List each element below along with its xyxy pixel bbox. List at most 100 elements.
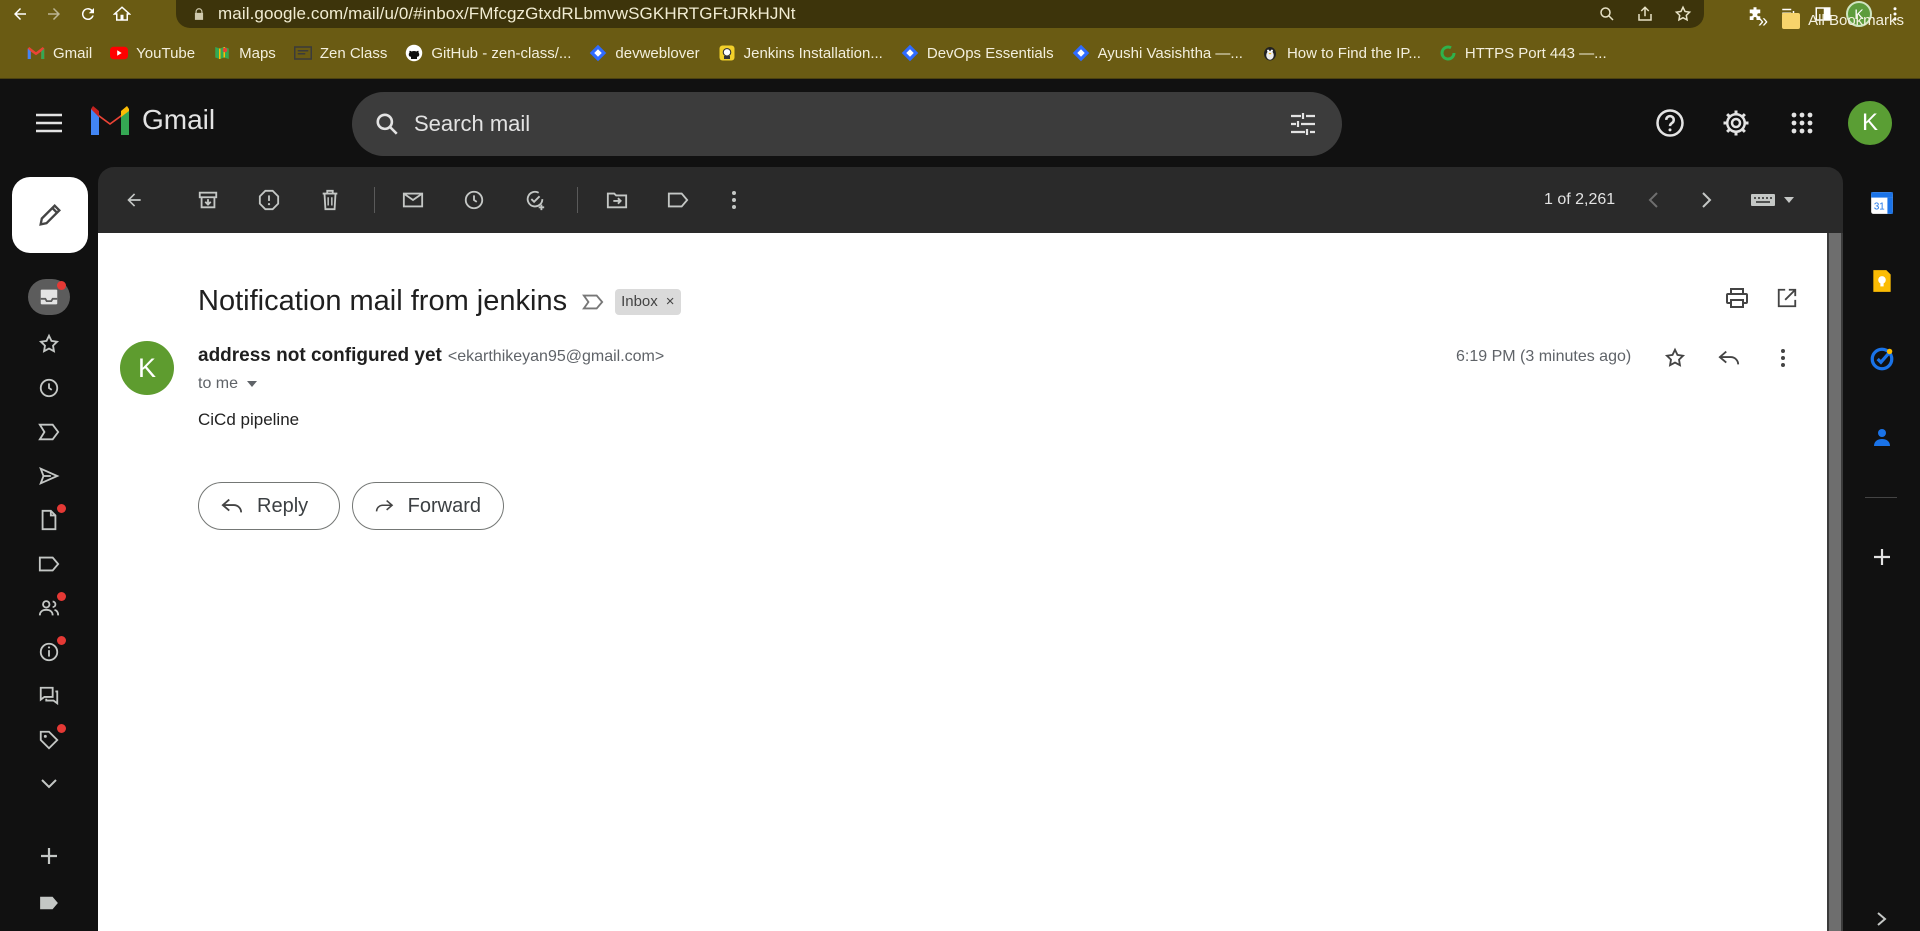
bookmark-devops-essentials[interactable]: DevOps Essentials <box>892 39 1063 67</box>
nav-forums[interactable] <box>28 678 70 714</box>
bookmark-label: Gmail <box>53 44 93 62</box>
account-avatar[interactable]: K <box>1848 101 1892 145</box>
nav-more[interactable] <box>28 766 70 802</box>
show-side-panel-button[interactable] <box>1866 907 1898 931</box>
reply-icon <box>221 498 243 513</box>
nav-sent[interactable] <box>28 458 70 494</box>
open-new-window-button[interactable] <box>1770 281 1804 315</box>
sender-name[interactable]: address not configured yet <box>198 345 442 367</box>
bookmarks-overflow-button[interactable]: » <box>1758 11 1768 32</box>
bookmark-maps[interactable]: Maps <box>204 39 285 67</box>
forward-icon <box>375 499 394 512</box>
older-button[interactable] <box>1690 183 1724 217</box>
archive-button[interactable] <box>191 183 225 217</box>
get-addons-button[interactable] <box>1866 541 1898 573</box>
bookmark-jenkins[interactable]: Jenkins Installation... <box>709 39 892 67</box>
inbox-label-chip: Inbox × <box>615 288 681 315</box>
nav-updates[interactable] <box>28 634 70 670</box>
bookmark-find-ip[interactable]: How to Find the IP... <box>1252 39 1430 67</box>
nav-custom-label[interactable] <box>28 885 70 921</box>
search-options-button[interactable] <box>1286 107 1320 141</box>
recipient-line[interactable]: to me <box>198 375 258 393</box>
nav-promotions[interactable] <box>28 722 70 758</box>
snooze-button[interactable] <box>457 183 491 217</box>
bookmark-github[interactable]: GitHub - zen-class/... <box>396 39 580 67</box>
print-all-button[interactable] <box>1720 281 1754 315</box>
reply-button[interactable]: Reply <box>198 482 340 530</box>
nav-inbox[interactable] <box>28 279 70 315</box>
delete-button[interactable] <box>313 183 347 217</box>
browser-top-bar: mail.google.com/mail/u/0/#inbox/FMfcgzGt… <box>0 0 1920 28</box>
side-panel-rail: 31 <box>1843 167 1920 931</box>
labels-button[interactable] <box>661 183 695 217</box>
nav-social[interactable] <box>28 590 70 626</box>
newer-button[interactable] <box>1636 183 1670 217</box>
gmail-logo-text: Gmail <box>142 104 216 135</box>
keep-app-button[interactable] <box>1866 265 1898 297</box>
bookmark-devweblover[interactable]: devweblover <box>580 39 708 67</box>
tasks-app-button[interactable] <box>1866 343 1898 375</box>
search-button[interactable] <box>370 107 404 141</box>
share-icon <box>1638 6 1652 21</box>
zoom-button[interactable] <box>1596 3 1618 25</box>
calendar-app-button[interactable]: 31 <box>1866 187 1898 219</box>
star-outline-icon <box>38 333 60 353</box>
contacts-icon <box>1874 429 1890 446</box>
address-bar[interactable]: mail.google.com/mail/u/0/#inbox/FMfcgzGt… <box>176 0 1704 28</box>
send-icon <box>39 466 60 486</box>
nav-drafts[interactable] <box>28 502 70 538</box>
chevron-right-icon <box>1877 912 1887 926</box>
important-icon <box>582 294 604 309</box>
url-text: mail.google.com/mail/u/0/#inbox/FMfcgzGt… <box>218 4 796 23</box>
forward-button[interactable]: Forward <box>352 482 504 530</box>
remove-label-button[interactable]: × <box>666 293 675 310</box>
mark-unread-button[interactable] <box>396 183 430 217</box>
reload-button[interactable] <box>74 0 102 28</box>
home-button[interactable] <box>108 0 136 28</box>
notification-dot <box>57 592 66 601</box>
search-input[interactable] <box>414 111 1214 137</box>
bookmark-youtube[interactable]: YouTube <box>101 39 204 67</box>
main-menu-button[interactable] <box>32 106 66 140</box>
bookmark-https-port[interactable]: HTTPS Port 443 —... <box>1430 39 1616 67</box>
add-to-tasks-button[interactable] <box>518 183 552 217</box>
nav-label[interactable] <box>28 546 70 582</box>
report-spam-button[interactable] <box>252 183 286 217</box>
bookmark-ayushi[interactable]: Ayushi Vasishtha —... <box>1063 39 1252 67</box>
notification-dot <box>57 636 66 645</box>
back-to-inbox-button[interactable] <box>117 183 151 217</box>
label-chip-text: Inbox <box>621 293 658 310</box>
message-more-button[interactable] <box>1766 341 1800 375</box>
compose-button[interactable] <box>12 177 88 253</box>
google-apps-button[interactable] <box>1782 103 1822 143</box>
gmail-logo[interactable]: Gmail <box>88 103 215 137</box>
all-bookmarks-label: All Bookmarks <box>1808 12 1904 29</box>
nav-important[interactable] <box>28 414 70 450</box>
star-message-button[interactable] <box>1658 341 1692 375</box>
green-arc-icon <box>1439 44 1457 62</box>
all-bookmarks-button[interactable]: All Bookmarks <box>1782 12 1904 29</box>
settings-button[interactable] <box>1716 103 1756 143</box>
important-marker-button[interactable] <box>581 292 605 312</box>
support-button[interactable] <box>1650 103 1690 143</box>
reload-icon <box>81 8 94 21</box>
create-label-button[interactable] <box>28 838 70 874</box>
pager-count: 1 of 2,261 <box>1544 191 1616 208</box>
search-bar[interactable] <box>352 92 1342 156</box>
contacts-app-button[interactable] <box>1866 421 1898 453</box>
share-button[interactable] <box>1634 3 1656 25</box>
printer-icon <box>1726 288 1748 308</box>
scrollbar-thumb[interactable] <box>1829 233 1841 931</box>
bookmark-zen-class[interactable]: Zen Class <box>285 39 397 67</box>
nav-snoozed[interactable] <box>28 370 70 406</box>
input-tools-button[interactable] <box>1746 183 1802 217</box>
forward-nav-button[interactable] <box>40 0 68 28</box>
nav-starred[interactable] <box>28 326 70 362</box>
reply-icon-button[interactable] <box>1712 341 1746 375</box>
more-actions-button[interactable] <box>717 183 751 217</box>
bookmark-gmail[interactable]: Gmail <box>18 39 101 67</box>
move-to-button[interactable] <box>600 183 634 217</box>
github-icon <box>405 44 423 62</box>
back-button[interactable] <box>6 0 34 28</box>
bookmark-star-button[interactable] <box>1672 3 1694 25</box>
